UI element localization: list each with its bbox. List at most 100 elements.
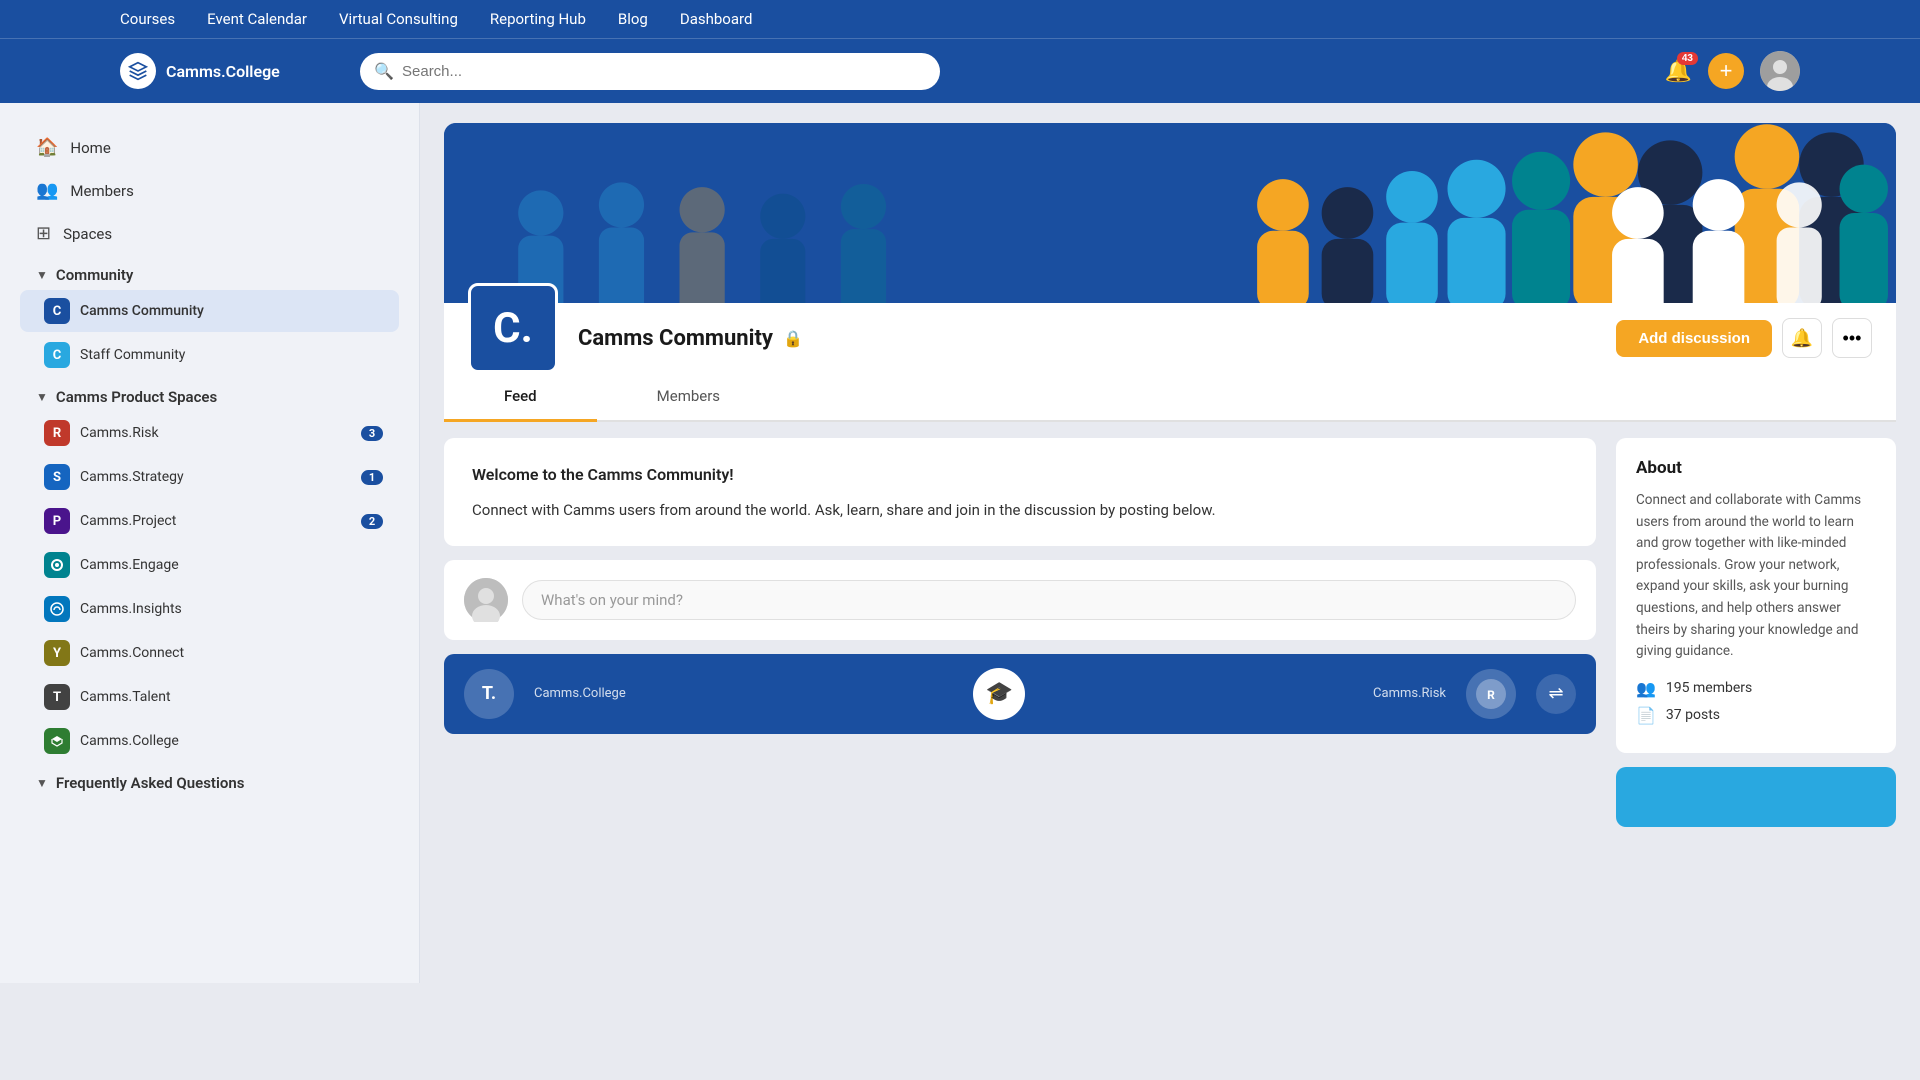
camms-risk-badge: 3 [361,426,383,441]
camms-strategy-icon: S [44,464,70,490]
members-icon: 👥 [36,180,58,201]
sidebar-item-camms-project[interactable]: P Camms.Project 2 [20,500,399,542]
preview-card: T. Camms.College 🎓 Camms.Risk R ⇌ [444,654,1596,734]
faq-chevron-icon: ▼ [36,776,48,790]
community-section-header[interactable]: ▼ Community [20,256,399,290]
search-input[interactable] [360,53,940,90]
camms-community-label: Camms Community [80,303,204,319]
preview-label-risk: Camms.Risk [1373,686,1446,701]
add-discussion-button[interactable]: Add discussion [1616,320,1772,357]
nav-reporting-hub[interactable]: Reporting Hub [490,10,586,28]
camms-talent-icon: T [44,684,70,710]
camms-strategy-label: Camms.Strategy [80,469,184,485]
community-name: Camms Community [578,326,773,351]
sidebar-item-camms-insights[interactable]: Camms.Insights [20,588,399,630]
camms-project-badge: 2 [361,514,383,529]
post-input-placeholder[interactable]: What's on your mind? [522,580,1576,620]
site-header: Camms.College 🔍 🔔 43 + [0,38,1920,103]
spaces-icon: ⊞ [36,223,51,244]
camms-engage-label: Camms.Engage [80,557,179,573]
community-bell-button[interactable]: 🔔 [1782,318,1822,358]
camms-college-icon [44,728,70,754]
sidebar: 🏠 Home 👥 Members ⊞ Spaces ▼ Community C … [0,103,420,983]
about-column: About Connect and collaborate with Camms… [1616,422,1896,827]
camms-connect-label: Camms.Connect [80,645,184,661]
nav-virtual-consulting[interactable]: Virtual Consulting [339,10,458,28]
camms-talent-label: Camms.Talent [80,689,171,705]
sidebar-item-spaces[interactable]: ⊞ Spaces [20,213,399,254]
preview-center: 🎓 [646,668,1353,720]
camms-insights-icon [44,596,70,622]
camms-project-icon: P [44,508,70,534]
nav-courses[interactable]: Courses [120,10,175,28]
community-header-card: C. Camms Community 🔒 Add discussion 🔔 ••… [444,303,1896,373]
add-button[interactable]: + [1708,53,1744,89]
welcome-body: Connect with Camms users from around the… [472,498,1568,522]
tab-feed[interactable]: Feed [444,373,597,422]
faq-section-header[interactable]: ▼ Frequently Asked Questions [20,764,399,798]
sidebar-members-label: Members [70,182,133,200]
sidebar-item-camms-talent[interactable]: T Camms.Talent [20,676,399,718]
home-icon: 🏠 [36,137,58,158]
avatar[interactable] [1760,51,1800,91]
logo-icon [120,53,156,89]
sidebar-item-members[interactable]: 👥 Members [20,170,399,211]
camms-risk-icon: R [44,420,70,446]
preview-circle-r: R [1466,669,1516,719]
members-stat-icon: 👥 [1636,679,1656,698]
feed-column: Welcome to the Camms Community! Connect … [444,422,1596,827]
camms-engage-icon [44,552,70,578]
posts-count: 37 posts [1666,707,1720,723]
sidebar-item-camms-college[interactable]: Camms.College [20,720,399,762]
product-spaces-label: Camms Product Spaces [56,388,217,406]
top-navigation: Courses Event Calendar Virtual Consultin… [0,0,1920,38]
search-bar: 🔍 [360,53,940,90]
notification-button[interactable]: 🔔 43 [1665,58,1692,84]
logo-area: Camms.College [120,53,340,89]
faq-section-label: Frequently Asked Questions [56,774,245,792]
community-logo-letter: C. [493,304,533,353]
sidebar-item-staff-community[interactable]: C Staff Community [20,334,399,376]
about-description: Connect and collaborate with Camms users… [1636,490,1876,663]
sidebar-item-camms-connect[interactable]: Y Camms.Connect [20,632,399,674]
community-chevron-icon: ▼ [36,268,48,282]
notification-badge: 43 [1677,52,1698,65]
logo-text: Camms.College [166,62,280,81]
community-banner [444,123,1896,303]
community-actions: Add discussion 🔔 ••• [1616,318,1872,358]
camms-college-label: Camms.College [80,733,179,749]
tab-members[interactable]: Members [597,373,780,422]
camms-connect-icon: Y [44,640,70,666]
camms-insights-label: Camms.Insights [80,601,182,617]
post-avatar [464,578,508,622]
welcome-card: Welcome to the Camms Community! Connect … [444,438,1596,546]
nav-event-calendar[interactable]: Event Calendar [207,10,307,28]
welcome-title: Welcome to the Camms Community! [472,462,1568,488]
svg-text:R: R [1487,688,1495,702]
sidebar-item-camms-community[interactable]: C Camms Community [20,290,399,332]
staff-community-icon: C [44,342,70,368]
nav-blog[interactable]: Blog [618,10,648,28]
content-area: C. Camms Community 🔒 Add discussion 🔔 ••… [420,103,1920,983]
camms-project-label: Camms.Project [80,513,176,529]
members-count: 195 members [1666,680,1752,696]
sidebar-item-camms-risk[interactable]: R Camms.Risk 3 [20,412,399,454]
sidebar-item-home[interactable]: 🏠 Home [20,127,399,168]
product-spaces-section-header[interactable]: ▼ Camms Product Spaces [20,378,399,412]
main-layout: 🏠 Home 👥 Members ⊞ Spaces ▼ Community C … [0,103,1920,983]
post-input-card: What's on your mind? [444,560,1596,640]
sidebar-item-camms-strategy[interactable]: S Camms.Strategy 1 [20,456,399,498]
community-logo: C. [468,283,558,373]
sidebar-item-camms-engage[interactable]: Camms.Engage [20,544,399,586]
community-more-button[interactable]: ••• [1832,318,1872,358]
blue-promo-card [1616,767,1896,827]
lock-icon: 🔒 [783,329,803,348]
header-right: 🔔 43 + [1665,51,1800,91]
preview-college-icon: 🎓 [973,668,1025,720]
camms-risk-label: Camms.Risk [80,425,159,441]
shuffle-icon[interactable]: ⇌ [1536,674,1576,714]
camms-strategy-badge: 1 [361,470,383,485]
product-spaces-chevron-icon: ▼ [36,390,48,404]
community-section-label: Community [56,266,134,284]
nav-dashboard[interactable]: Dashboard [680,10,753,28]
